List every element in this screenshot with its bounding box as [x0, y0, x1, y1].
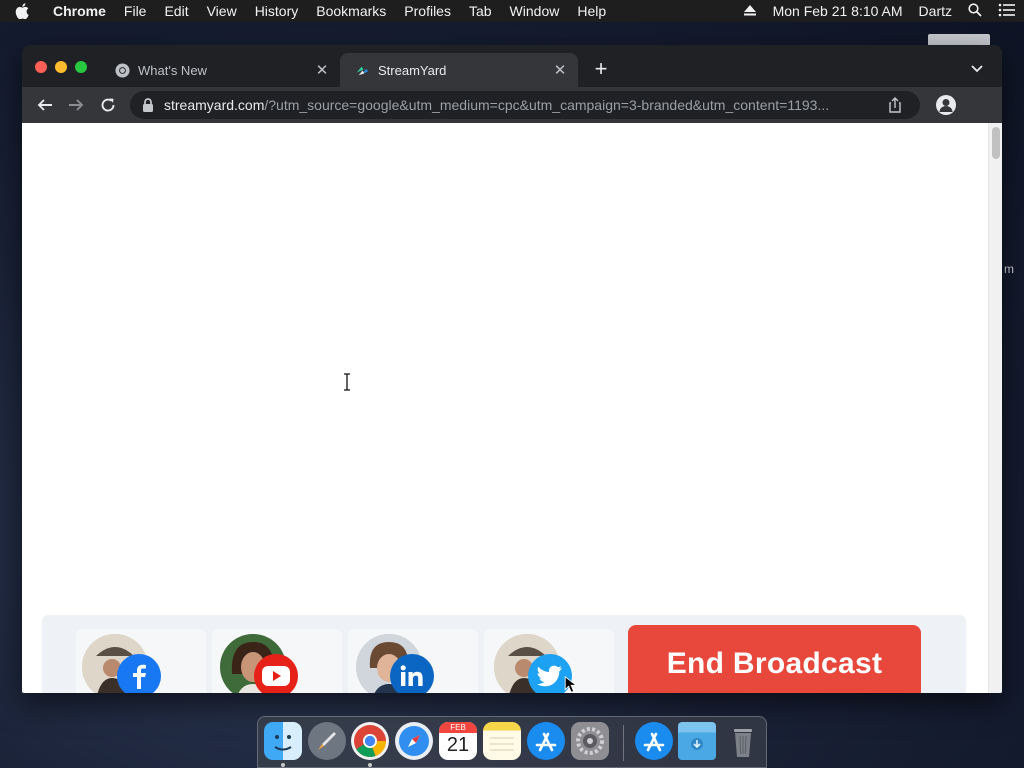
menu-history[interactable]: History	[246, 3, 308, 19]
downloads-icon[interactable]	[635, 722, 673, 760]
lock-icon[interactable]	[142, 98, 156, 112]
desktop-item-label: m	[1004, 262, 1014, 276]
page-scrollbar[interactable]	[988, 123, 1002, 693]
chrome-icon	[114, 62, 130, 78]
browser-toolbar: streamyard.com /?utm_source=google&utm_m…	[22, 87, 1002, 123]
calendar-icon[interactable]: FEB 21	[439, 722, 477, 760]
spotlight-search-icon[interactable]	[960, 2, 990, 20]
forward-arrow-icon[interactable]	[65, 94, 87, 116]
menu-edit[interactable]: Edit	[155, 3, 197, 19]
address-bar[interactable]: streamyard.com /?utm_source=google&utm_m…	[130, 91, 920, 119]
app-store-icon[interactable]	[527, 722, 565, 760]
finder-icon[interactable]	[264, 722, 302, 760]
youtube-icon	[254, 654, 298, 693]
system-preferences-icon[interactable]	[571, 722, 609, 760]
tab-whats-new[interactable]: What's New ✕	[100, 53, 340, 87]
profile-avatar-icon[interactable]	[936, 95, 956, 115]
calendar-month: FEB	[439, 722, 477, 733]
new-tab-button[interactable]: +	[590, 58, 612, 81]
menu-file[interactable]: File	[115, 3, 156, 19]
running-indicator	[368, 763, 372, 767]
control-center-icon[interactable]	[990, 3, 1024, 20]
url-path: /?utm_source=google&utm_medium=cpc&utm_c…	[264, 97, 830, 113]
facebook-icon	[117, 654, 161, 693]
linkedin-icon	[390, 654, 434, 693]
tab-strip: What's New ✕ StreamYard ✕ +	[22, 45, 1002, 87]
menu-bar: Chrome File Edit View History Bookmarks …	[0, 0, 1024, 22]
eject-icon[interactable]	[735, 3, 765, 19]
tab-title: What's New	[138, 62, 207, 78]
dock: FEB 21	[257, 716, 767, 768]
tab-streamyard[interactable]: StreamYard ✕	[340, 53, 578, 87]
zoom-window-button[interactable]	[75, 61, 87, 73]
menu-bookmarks[interactable]: Bookmarks	[307, 3, 395, 19]
safari-icon[interactable]	[395, 722, 433, 760]
menu-tab[interactable]: Tab	[460, 3, 501, 19]
app-menu[interactable]: Chrome	[44, 3, 115, 19]
menu-help[interactable]: Help	[568, 3, 615, 19]
clock[interactable]: Mon Feb 21 8:10 AM	[765, 3, 911, 19]
notes-icon[interactable]	[483, 722, 521, 760]
share-icon[interactable]	[888, 97, 904, 113]
folder-icon[interactable]	[678, 722, 716, 760]
dock-separator	[623, 725, 624, 761]
calendar-day: 21	[446, 734, 470, 756]
chrome-icon[interactable]	[351, 722, 389, 760]
streamyard-icon	[354, 62, 370, 78]
reload-icon[interactable]	[97, 94, 119, 116]
url-host: streamyard.com	[164, 97, 265, 113]
user-menu[interactable]: Dartz	[911, 3, 960, 19]
menu-profiles[interactable]: Profiles	[395, 3, 460, 19]
launchpad-icon[interactable]	[308, 722, 346, 760]
close-window-button[interactable]	[35, 61, 47, 73]
trash-icon[interactable]	[724, 722, 762, 760]
back-arrow-icon[interactable]	[34, 94, 56, 116]
page-viewport[interactable]: End Broadcast	[22, 123, 1002, 693]
running-indicator	[281, 763, 285, 767]
tab-search-chevron-icon[interactable]	[970, 61, 990, 81]
apple-menu-icon[interactable]	[0, 3, 44, 19]
mouse-pointer-icon	[564, 676, 578, 693]
end-broadcast-button[interactable]: End Broadcast	[628, 625, 921, 693]
close-tab-icon[interactable]: ✕	[552, 62, 568, 79]
minimize-window-button[interactable]	[55, 61, 67, 73]
close-tab-icon[interactable]: ✕	[314, 62, 330, 79]
text-cursor-icon	[344, 373, 350, 391]
browser-window: What's New ✕ StreamYard ✕ + streamyard.c…	[22, 45, 1002, 693]
tab-title: StreamYard	[378, 62, 447, 78]
scrollbar-thumb[interactable]	[992, 127, 1000, 159]
menu-view[interactable]: View	[198, 3, 246, 19]
window-controls	[35, 61, 87, 73]
menu-window[interactable]: Window	[501, 3, 569, 19]
